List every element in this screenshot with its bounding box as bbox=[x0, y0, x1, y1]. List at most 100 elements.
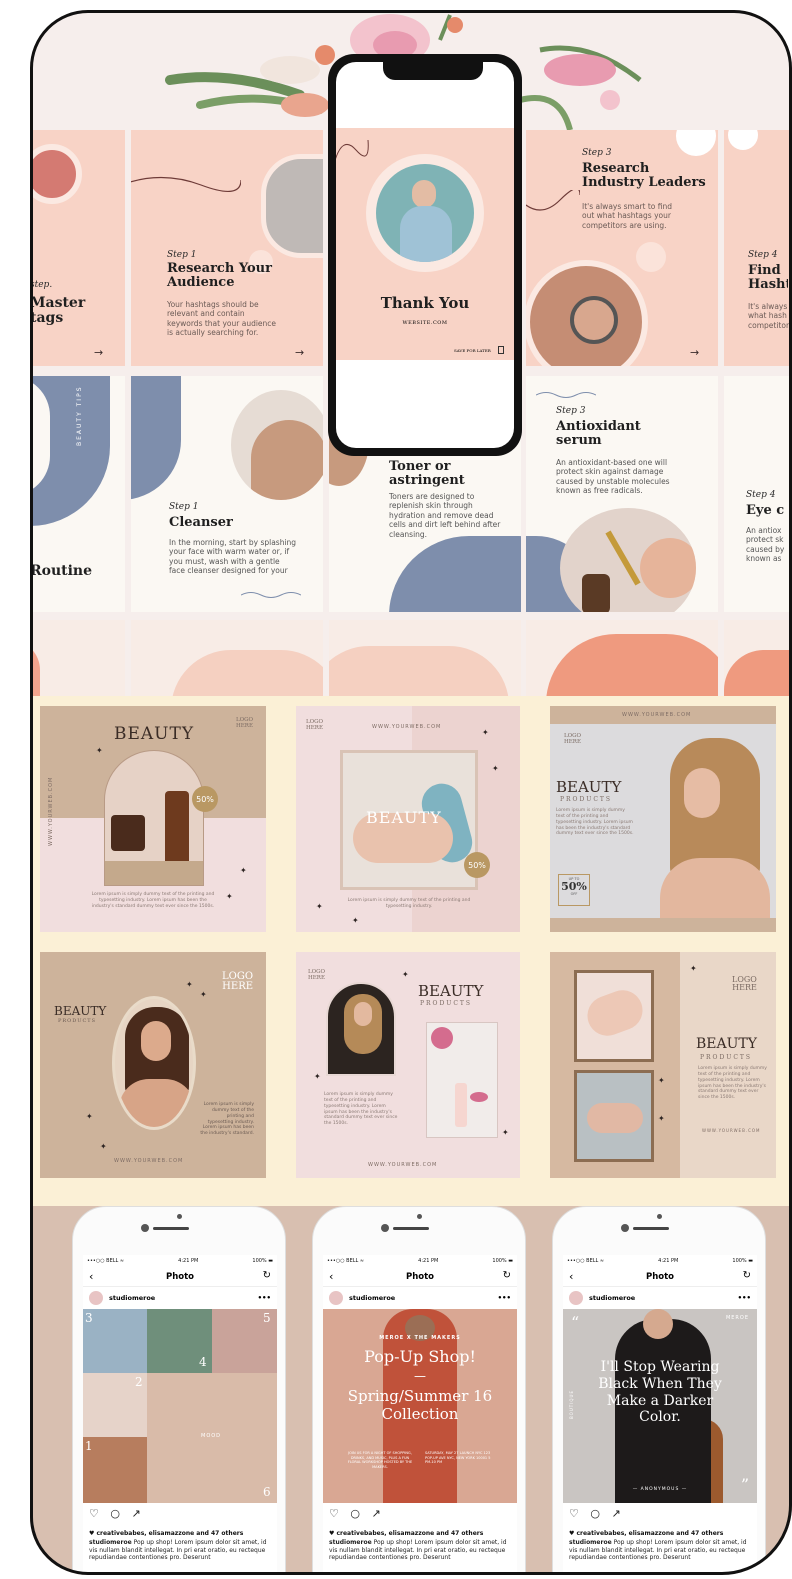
website-text: WWW.YOURWEB.COM bbox=[368, 1162, 438, 1168]
hand bbox=[640, 538, 696, 598]
avatar[interactable] bbox=[569, 1291, 583, 1305]
post-title: BEAUTY bbox=[114, 724, 195, 744]
beauty-post-4: BEAUTY PRODUCTS LOGO HERE ✦ ✦ ✦ ✦ Lorem … bbox=[40, 952, 266, 1178]
phone-mockup: Thank You WEBSITE.COM SAVE FOR LATER bbox=[328, 54, 522, 456]
instagram-mockups-section: •••○○ BELL ≈ 4:21 PM 100% ▬ ‹ Photo ↻ st… bbox=[30, 1206, 792, 1575]
lorem-text: Lorem ipsum is simply dummy text of the … bbox=[347, 898, 471, 909]
likes-line[interactable]: ♥ creativebabes, elisamazzone and 47 oth… bbox=[329, 1530, 483, 1537]
back-icon[interactable]: ‹ bbox=[329, 1270, 333, 1283]
website-text: WEBSITE.COM bbox=[402, 320, 448, 326]
caption-username[interactable]: studiomeroe bbox=[89, 1539, 132, 1546]
bookmark-icon[interactable] bbox=[498, 346, 504, 354]
refresh-icon[interactable]: ↻ bbox=[503, 1270, 511, 1281]
battery-status: 100% ▬ bbox=[492, 1258, 513, 1264]
product-photo bbox=[426, 1022, 498, 1138]
star-deco: ✦ bbox=[316, 902, 323, 911]
routine-card-step1: Step 1 Cleanser In the morning, start by… bbox=[131, 376, 323, 612]
avatar[interactable] bbox=[329, 1291, 343, 1305]
kicker-text: MEROE X THE MAKERS bbox=[379, 1335, 461, 1341]
pink-shape bbox=[329, 646, 509, 700]
next-arrow[interactable]: → bbox=[690, 346, 699, 359]
likes-line[interactable]: ♥ creativebabes, elisamazzone and 47 oth… bbox=[89, 1530, 243, 1537]
star-deco: ✦ bbox=[402, 970, 409, 979]
status-bar: •••○○ BELL ≈ 4:21 PM 100% ▬ bbox=[83, 1255, 277, 1267]
tan-frame bbox=[550, 918, 776, 932]
deco-dot bbox=[676, 130, 716, 156]
thank-you-post: Thank You WEBSITE.COM SAVE FOR LATER bbox=[336, 128, 514, 360]
iphone-mockup-1: •••○○ BELL ≈ 4:21 PM 100% ▬ ‹ Photo ↻ st… bbox=[72, 1206, 286, 1575]
face bbox=[141, 1021, 171, 1061]
website-text: WWW.YOURWEB.COM bbox=[622, 712, 692, 718]
grid-number: 3 bbox=[85, 1311, 93, 1325]
routine-row3-card bbox=[329, 620, 521, 700]
quote-text: I'll Stop Wearing Black When They Make a… bbox=[598, 1359, 722, 1426]
hands-photo-1 bbox=[574, 970, 654, 1062]
nav-bar: ‹ Photo ↻ bbox=[563, 1267, 757, 1287]
card-title: Toner or astringent bbox=[389, 459, 465, 488]
curve-line bbox=[131, 176, 241, 192]
event-details-right: SATURDAY, MAY 27 LAUNCH NYC 123 POP-UP A… bbox=[425, 1451, 491, 1465]
post-subtitle: PRODUCTS bbox=[700, 1054, 753, 1061]
post-actions[interactable]: ♡ ○ ↗ bbox=[329, 1507, 385, 1520]
badge-value: 50% bbox=[561, 880, 587, 893]
card-body: An antioxidant-based one will protect sk… bbox=[556, 458, 670, 496]
quote-open: “ bbox=[571, 1313, 580, 1332]
curve-line bbox=[526, 190, 580, 211]
post-image-grid[interactable]: 3 4 5 2 1 6 MOOD bbox=[83, 1309, 277, 1503]
photo-inner bbox=[376, 164, 474, 262]
more-options-icon[interactable]: ••• bbox=[498, 1294, 511, 1302]
step-label: Step 1 bbox=[169, 502, 199, 512]
speaker bbox=[153, 1227, 189, 1230]
back-icon[interactable]: ‹ bbox=[569, 1270, 573, 1283]
avatar[interactable] bbox=[89, 1291, 103, 1305]
next-arrow[interactable]: → bbox=[295, 346, 304, 359]
discount-badge: 50% bbox=[192, 786, 218, 812]
post-actions[interactable]: ♡ ○ ↗ bbox=[569, 1507, 625, 1520]
model-face bbox=[643, 1309, 673, 1339]
battery-status: 100% ▬ bbox=[732, 1258, 753, 1264]
step-label: Step 4 bbox=[748, 250, 778, 260]
more-options-icon[interactable]: ••• bbox=[738, 1294, 751, 1302]
vertical-tag: BEAUTY TIPS bbox=[76, 385, 83, 446]
step-label: Step 4 bbox=[746, 490, 776, 500]
logo-placeholder: LOGO HERE bbox=[732, 975, 757, 992]
likes-line[interactable]: ♥ creativebabes, elisamazzone and 47 oth… bbox=[569, 1530, 723, 1537]
popup-shop-post[interactable]: MEROE X THE MAKERS Pop-Up Shop! — Spring… bbox=[323, 1309, 517, 1503]
carrier-signal: •••○○ BELL ≈ bbox=[567, 1258, 605, 1264]
nav-title: Photo bbox=[165, 1271, 195, 1282]
username[interactable]: studiomeroe bbox=[349, 1294, 395, 1302]
username[interactable]: studiomeroe bbox=[109, 1294, 155, 1302]
more-options-icon[interactable]: ••• bbox=[258, 1294, 271, 1302]
sensor bbox=[417, 1214, 422, 1219]
save-for-later[interactable]: SAVE FOR LATER bbox=[454, 348, 491, 353]
post-actions[interactable]: ♡ ○ ↗ bbox=[89, 1507, 145, 1520]
carousel-section: step. Master tags → Step 1 Research Your… bbox=[30, 10, 792, 700]
back-icon[interactable]: ‹ bbox=[89, 1270, 93, 1283]
model-circle bbox=[30, 144, 82, 204]
quote-post[interactable]: MEROE “ BOUTIQUE I'll Stop Wearing Black… bbox=[563, 1309, 757, 1503]
hand bbox=[587, 1103, 643, 1133]
bottle bbox=[165, 791, 189, 871]
refresh-icon[interactable]: ↻ bbox=[743, 1270, 751, 1281]
next-arrow[interactable]: → bbox=[94, 346, 103, 359]
username[interactable]: studiomeroe bbox=[589, 1294, 635, 1302]
post-header: studiomeroe ••• bbox=[323, 1288, 517, 1308]
beauty-post-2: LOGO HERE WWW.YOURWEB.COM BEAUTY 50% ✦ ✦… bbox=[296, 706, 520, 932]
star-deco: ✦ bbox=[492, 764, 499, 773]
screenshot-frame: step. Master tags → Step 1 Research Your… bbox=[0, 0, 792, 1579]
grid-number: 1 bbox=[85, 1439, 93, 1453]
refresh-icon[interactable]: ↻ bbox=[263, 1270, 271, 1281]
brand-mark: MEROE bbox=[725, 1315, 749, 1321]
front-camera bbox=[621, 1224, 629, 1232]
serum-photo-circle bbox=[560, 508, 696, 612]
step-label: step. bbox=[30, 280, 53, 290]
arch-photo bbox=[326, 982, 396, 1076]
instagram-screen-2: •••○○ BELL ≈ 4:21 PM 100% ▬ ‹ Photo ↻ st… bbox=[323, 1255, 517, 1575]
phone-screen: Thank You WEBSITE.COM SAVE FOR LATER bbox=[336, 62, 514, 448]
website-text: WWW.YOURWEB.COM bbox=[372, 724, 442, 730]
caption-username[interactable]: studiomeroe bbox=[329, 1539, 372, 1546]
star-deco: ✦ bbox=[200, 990, 207, 999]
routine-card-left: BEAUTY TIPS Routine bbox=[30, 376, 125, 612]
caption-username[interactable]: studiomeroe bbox=[569, 1539, 612, 1546]
grid-number: 2 bbox=[135, 1375, 143, 1389]
